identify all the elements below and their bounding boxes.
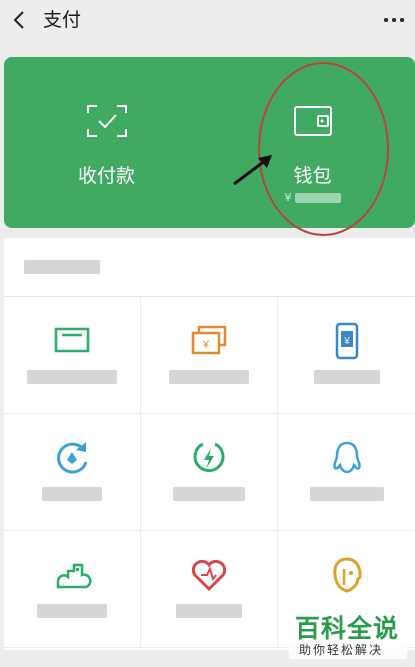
svg-text:¥: ¥ <box>343 336 350 347</box>
receive-pay-label: 收付款 <box>77 165 135 187</box>
money-icon: ¥ <box>189 321 229 361</box>
grid-label-blur <box>313 370 380 384</box>
grid-cell-8[interactable] <box>141 531 278 648</box>
card-icon <box>52 321 92 361</box>
receive-pay-button[interactable]: 收付款 <box>4 57 209 228</box>
panel-header <box>4 238 415 297</box>
page-title: 支付 <box>43 9 82 31</box>
grid-cell-7[interactable] <box>4 531 141 648</box>
highlight-ellipse <box>258 62 389 236</box>
watermark-subtitle: 助你轻松解决 <box>299 643 384 657</box>
grid-cell-3[interactable]: ¥ <box>278 297 415 414</box>
city-icon <box>52 555 92 595</box>
watermark: 百科全说 助你轻松解决 <box>289 607 407 659</box>
watermark-title: 百科全说 <box>295 614 400 643</box>
grid-cell-6[interactable] <box>278 414 415 531</box>
scan-icon <box>85 103 129 139</box>
services-panel: ¥ ¥ <box>4 238 415 650</box>
face-icon <box>327 555 367 595</box>
more-icon[interactable] <box>379 6 409 34</box>
grid-label-blur <box>37 604 107 618</box>
grid-label-blur <box>27 370 117 384</box>
grid-cell-5[interactable] <box>141 414 278 531</box>
arrow-icon <box>228 150 278 190</box>
phone-yuan-icon: ¥ <box>327 321 367 361</box>
panel-header-blur <box>24 260 100 274</box>
grid-label-blur <box>169 370 249 384</box>
refresh-icon <box>52 438 92 478</box>
lightning-icon <box>189 438 229 478</box>
heart-icon <box>189 555 229 595</box>
svg-text:¥: ¥ <box>202 339 210 351</box>
grid-cell-1[interactable] <box>4 297 141 414</box>
penguin-icon <box>327 438 367 478</box>
back-icon[interactable] <box>6 6 34 34</box>
grid-label-blur <box>173 487 245 501</box>
grid-cell-4[interactable] <box>4 414 141 531</box>
top-bar: 支付 <box>0 0 415 44</box>
grid-label-blur <box>42 487 102 501</box>
grid-cell-2[interactable]: ¥ <box>141 297 278 414</box>
grid-label-blur <box>309 487 384 501</box>
grid-label-blur <box>176 604 242 618</box>
